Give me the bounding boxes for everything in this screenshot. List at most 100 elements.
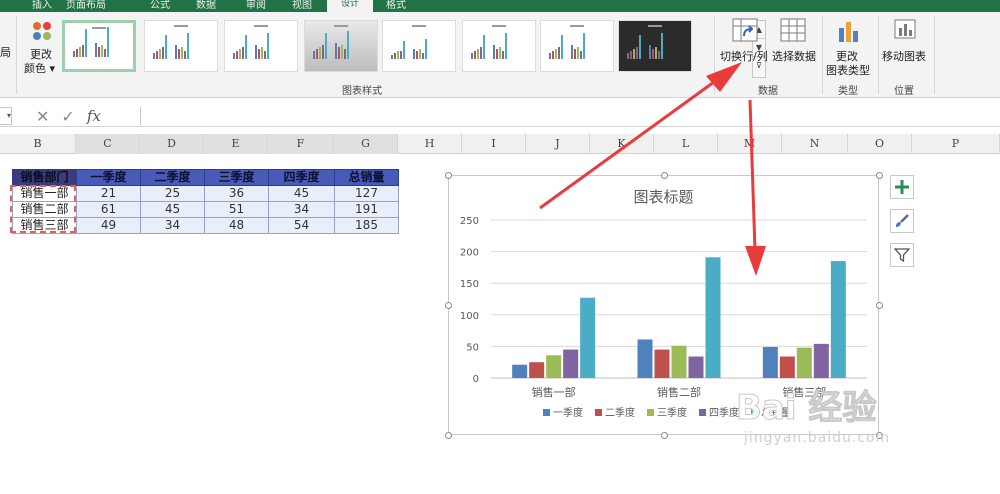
change-chart-type-icon[interactable] (838, 18, 860, 44)
table-cell[interactable]: 51 (204, 201, 269, 218)
watermark-logo: Bai 经验 (735, 388, 877, 429)
table-cell[interactable]: 34 (140, 217, 205, 234)
color-palette-icon[interactable] (28, 18, 58, 48)
table-header-cell[interactable]: 销售部门 (12, 169, 77, 186)
cancel-icon[interactable]: ✕ (36, 107, 49, 126)
chart-styles-button[interactable] (890, 209, 914, 233)
tab-view[interactable]: 视图 (292, 0, 312, 11)
bar (529, 362, 545, 378)
tab-formulas[interactable]: 公式 (150, 0, 170, 11)
column-header-E[interactable]: E (204, 134, 268, 154)
table-cell[interactable]: 61 (76, 201, 141, 218)
select-data-button[interactable]: 选择数据 (772, 48, 816, 64)
bar (512, 364, 528, 378)
table-cell[interactable]: 49 (76, 217, 141, 234)
column-header-G[interactable]: G (334, 134, 398, 154)
chart-style-thumb-4[interactable] (304, 20, 378, 72)
tab-review[interactable]: 审阅 (246, 0, 266, 11)
table-cell[interactable]: 185 (334, 217, 399, 234)
switch-row-column-button[interactable]: 切换行/列 (720, 48, 768, 64)
table-cell[interactable]: 191 (334, 201, 399, 218)
group-separator (16, 16, 17, 94)
change-chart-type-line2[interactable]: 图表类型 (826, 62, 870, 78)
legend-label: 二季度 (605, 406, 635, 419)
formula-input[interactable] (140, 107, 1000, 125)
legend-label: 三季度 (657, 406, 687, 419)
column-header-L[interactable]: L (654, 134, 718, 154)
group-separator (822, 16, 823, 94)
select-data-icon[interactable] (780, 18, 806, 44)
column-header-J[interactable]: J (526, 134, 590, 154)
table-header-cell[interactable]: 四季度 (268, 169, 335, 186)
filter-icon (894, 248, 910, 263)
table-cell[interactable]: 48 (204, 217, 269, 234)
bar (796, 347, 812, 378)
change-colors-line2[interactable]: 颜色 ▾ (24, 60, 55, 76)
chart-style-thumb-5[interactable] (382, 20, 456, 72)
table-header-cell[interactable]: 二季度 (140, 169, 205, 186)
resize-handle[interactable] (661, 432, 668, 439)
y-tick-label: 200 (460, 248, 479, 259)
table-cell[interactable]: 45 (268, 185, 335, 202)
bar (671, 345, 687, 378)
column-header-H[interactable]: H (398, 134, 462, 154)
switch-row-column-icon[interactable] (732, 18, 758, 44)
table-header-cell[interactable]: 三季度 (204, 169, 269, 186)
formula-bar: ▾ ✕ ✓ fx (0, 105, 1000, 127)
tab-page-layout[interactable]: 页面布局 (66, 0, 106, 11)
resize-handle[interactable] (876, 172, 883, 179)
tab-data[interactable]: 数据 (196, 0, 216, 11)
table-cell[interactable]: 54 (268, 217, 335, 234)
group-separator (714, 16, 715, 94)
resize-handle[interactable] (445, 302, 452, 309)
chart-style-thumb-8[interactable] (618, 20, 692, 72)
tab-format[interactable]: 格式 (386, 0, 406, 11)
column-header-F[interactable]: F (268, 134, 334, 154)
column-header-C[interactable]: C (76, 134, 140, 154)
resize-handle[interactable] (445, 172, 452, 179)
column-header-O[interactable]: O (848, 134, 912, 154)
table-cell[interactable]: 21 (76, 185, 141, 202)
resize-handle[interactable] (661, 172, 668, 179)
legend-swatch (699, 409, 706, 416)
column-header-B[interactable]: B (0, 134, 76, 154)
table-cell[interactable]: 25 (140, 185, 205, 202)
column-header-M[interactable]: M (718, 134, 782, 154)
tab-insert[interactable]: 插入 (32, 0, 52, 11)
enter-icon[interactable]: ✓ (61, 107, 74, 126)
move-chart-icon[interactable] (892, 18, 918, 44)
name-box-dropdown-icon[interactable]: ▾ (0, 107, 12, 125)
y-tick-label: 50 (466, 342, 479, 353)
column-header-I[interactable]: I (462, 134, 526, 154)
table-cell[interactable]: 36 (204, 185, 269, 202)
column-header-D[interactable]: D (140, 134, 204, 154)
chart-style-thumb-2[interactable] (144, 20, 218, 72)
chart-style-thumb-3[interactable] (224, 20, 298, 72)
chart-style-thumb-7[interactable] (540, 20, 614, 72)
column-header-P[interactable]: P (912, 134, 1000, 154)
formula-bar-buttons: ✕ ✓ fx (36, 106, 101, 126)
group-separator (878, 16, 879, 94)
table-cell[interactable]: 34 (268, 201, 335, 218)
resize-handle[interactable] (445, 432, 452, 439)
bar (563, 349, 579, 378)
chart-style-thumb-1[interactable] (62, 20, 136, 72)
layout-button-partial[interactable]: 局 (0, 44, 11, 60)
insert-function-icon[interactable]: fx (87, 107, 101, 125)
move-chart-button[interactable]: 移动图表 (882, 48, 926, 64)
resize-handle[interactable] (876, 302, 883, 309)
column-header-K[interactable]: K (590, 134, 654, 154)
column-header-N[interactable]: N (782, 134, 848, 154)
table-cell[interactable]: 127 (334, 185, 399, 202)
table-header-cell[interactable]: 总销量 (334, 169, 399, 186)
tab-design[interactable]: 设计 (327, 0, 373, 12)
plus-icon (895, 180, 909, 194)
chart-elements-button[interactable] (890, 175, 914, 199)
table-header-cell[interactable]: 一季度 (76, 169, 141, 186)
chart-style-thumb-6[interactable] (462, 20, 536, 72)
table-cell[interactable]: 45 (140, 201, 205, 218)
bar (637, 339, 653, 378)
x-tick-label: 销售一部 (532, 385, 576, 399)
chart-styles-gallery: ▲ ▼ ⊽ (60, 18, 766, 80)
chart-filters-button[interactable] (890, 243, 914, 267)
